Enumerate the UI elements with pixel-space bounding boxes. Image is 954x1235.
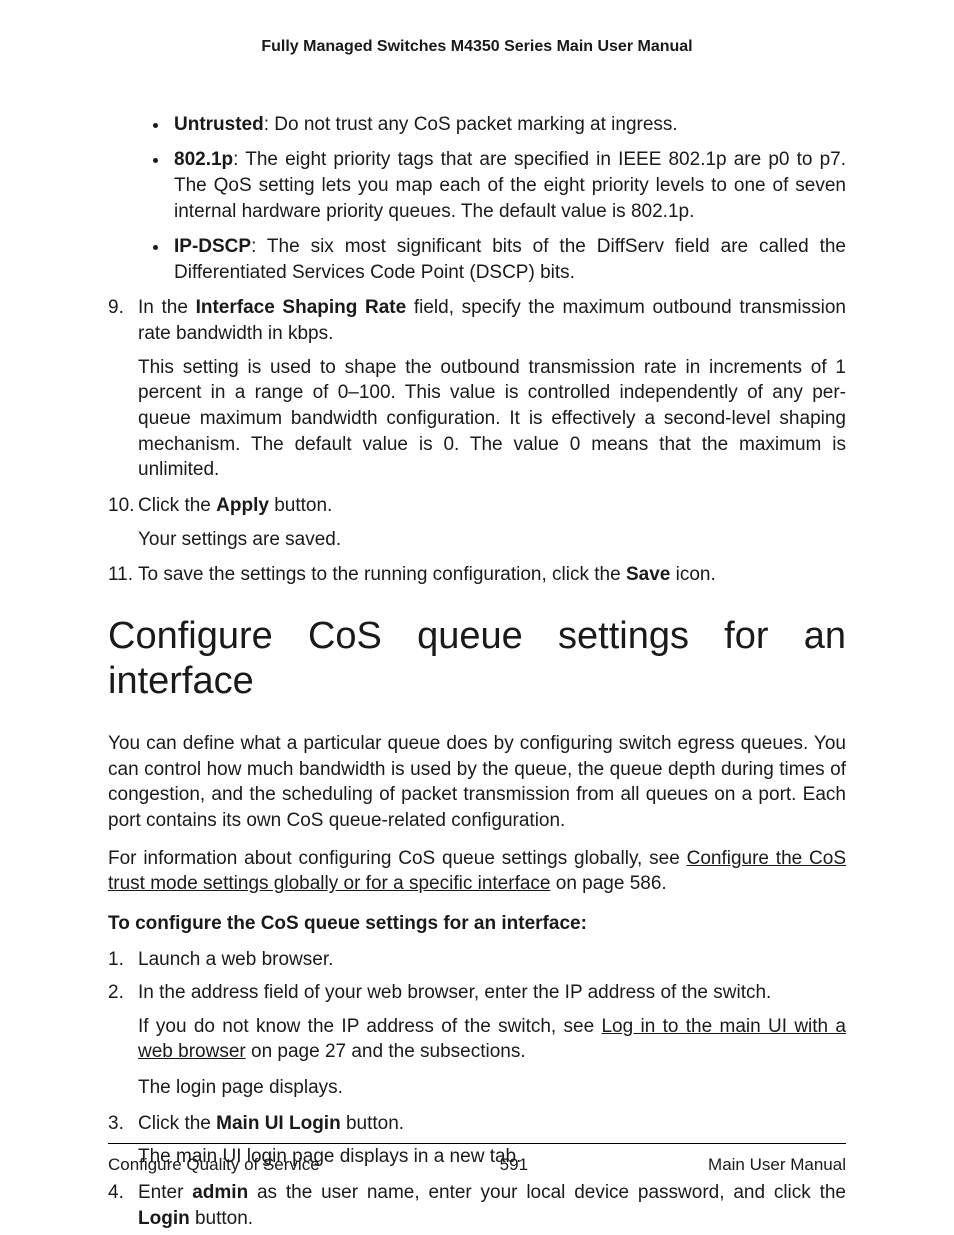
text: on page 586. [550,873,666,894]
text: Click the [138,495,216,516]
text: icon. [670,564,715,585]
procedure-heading: To configure the CoS queue settings for … [108,911,846,937]
bold-term: admin [192,1182,248,1203]
text: For information about configuring CoS qu… [108,848,687,869]
text: as the user name, enter your local devic… [248,1182,846,1203]
text: In the address field of your web browser… [138,982,771,1003]
step-10-note: Your settings are saved. [138,527,846,553]
desc: : Do not trust any CoS packet marking at… [264,114,678,135]
footer-right: Main User Manual [708,1154,846,1177]
footer-left: Configure Quality of Service [108,1154,320,1177]
text: button. [341,1113,404,1134]
desc: : The eight priority tags that are speci… [174,149,846,221]
ordered-steps-continued: In the Interface Shaping Rate field, spe… [108,295,846,346]
step-3: Click the Main UI Login button. [138,1111,846,1137]
section-heading: Configure CoS queue settings for an inte… [108,614,846,705]
intro-paragraph-2: For information about configuring CoS qu… [108,846,846,897]
text: In the [138,297,196,318]
footer-page-number: 591 [500,1154,528,1177]
text: on page 27 and the subsections. [246,1041,526,1062]
bullet-list: Untrusted: Do not trust any CoS packet m… [108,112,846,286]
term: IP-DSCP [174,236,251,257]
page-header: Fully Managed Switches M4350 Series Main… [108,36,846,58]
bold-term: Interface Shaping Rate [196,297,407,318]
step-1: Launch a web browser. [138,947,846,973]
step-10: Click the Apply button. [138,493,846,519]
bold-term: Main UI Login [216,1113,341,1134]
step-4: Enter admin as the user name, enter your… [138,1180,846,1231]
text: To save the settings to the running conf… [138,564,626,585]
bullet-untrusted: Untrusted: Do not trust any CoS packet m… [170,112,846,138]
ordered-steps-continued-11: To save the settings to the running conf… [108,562,846,588]
step-2: In the address field of your web browser… [138,980,846,1006]
desc: : The six most significant bits of the D… [174,236,846,283]
step-2-note-1: If you do not know the IP address of the… [138,1014,846,1065]
term: 802.1p [174,149,233,170]
step-2-note-2: The login page displays. [138,1075,846,1101]
text: If you do not know the IP address of the… [138,1016,601,1037]
bold-term: Save [626,564,670,585]
bold-term: Apply [216,495,269,516]
page-content: Untrusted: Do not trust any CoS packet m… [108,112,846,1232]
bold-term: Login [138,1208,190,1229]
text: button. [190,1208,253,1229]
procedure-steps-cont-4: Enter admin as the user name, enter your… [108,1180,846,1231]
text: Enter [138,1182,192,1203]
bullet-8021p: 802.1p: The eight priority tags that are… [170,147,846,224]
term: Untrusted [174,114,264,135]
intro-paragraph-1: You can define what a particular queue d… [108,731,846,834]
procedure-steps: Launch a web browser. In the address fie… [108,947,846,1006]
page-footer: Configure Quality of Service 591 Main Us… [108,1143,846,1177]
step-9-note: This setting is used to shape the outbou… [138,355,846,483]
procedure-steps-cont: Click the Main UI Login button. [108,1111,846,1137]
ordered-steps-continued-10: Click the Apply button. [108,493,846,519]
text: Click the [138,1113,216,1134]
step-11: To save the settings to the running conf… [138,562,846,588]
bullet-ipdscp: IP-DSCP: The six most significant bits o… [170,234,846,285]
step-9: In the Interface Shaping Rate field, spe… [138,295,846,346]
text: button. [269,495,332,516]
